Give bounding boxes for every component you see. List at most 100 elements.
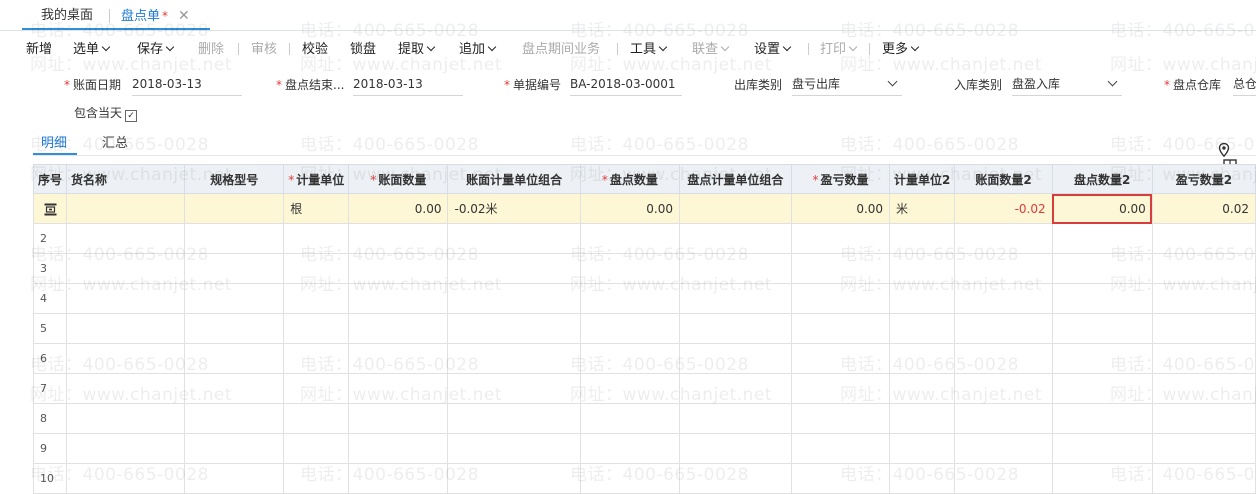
tab-stocktake-sheet[interactable]: 盘点单 * ✕ [110,0,210,30]
include-today-checkbox[interactable]: ✓ [125,110,138,122]
warehouse-label: * 盘点仓库 [1164,78,1222,92]
chevron-down-icon [720,42,730,52]
watermark-phone: 电话：400-665-0028 [300,135,479,155]
toolbar-settings-button[interactable]: 设置 [754,38,792,57]
toolbar-more-button[interactable]: 更多 [882,38,920,57]
out-type-select[interactable]: 盘亏出库 [792,75,902,96]
toolbar-select-button[interactable]: 选单 [73,38,111,57]
toolbar-delete-button[interactable]: 删除 [198,38,224,57]
toolbar-inquire-button[interactable]: 联查 [692,38,730,57]
toolbar-period-business-button[interactable]: 盘点期间业务 [522,38,600,57]
doc-no-field[interactable]: BA-2018-03-0001 [570,75,682,96]
toolbar-separator [238,43,239,55]
col-header-count-unit-combo[interactable]: 盘点计量单位组合 [679,164,792,194]
chevron-down-icon [1107,76,1118,87]
toolbar-extract-button[interactable]: 提取 [398,38,436,57]
table-row[interactable]: 2 [32,223,1256,254]
cell-diff-qty[interactable]: 0.00 [790,193,891,224]
chevron-down-icon [910,42,920,52]
book-date-field[interactable]: 2018-03-13 [132,75,242,96]
chevron-down-icon [782,42,792,52]
toolbar-tools-button[interactable]: 工具 [630,38,668,57]
tab-my-desktop[interactable]: 我的桌面 [28,0,106,30]
warehouse-field[interactable]: 总仓 [1233,75,1256,96]
row-number: 5 [32,313,68,344]
doc-no-label: * 单据编号 [504,78,562,92]
active-tab-underline [22,28,210,30]
table-row[interactable]: 根 0.00 -0.02米 0.00 0.00 米 -0.02 0.00 0.0… [32,193,1256,224]
cell-book-unit-combo[interactable]: -0.02米 [447,193,581,224]
toolbar-separator [289,43,290,55]
toolbar-separator [808,43,809,55]
out-type-label: 出库类别 [734,78,783,92]
table-row[interactable]: 8 [32,403,1256,434]
tab-summary[interactable]: 汇总 [102,132,128,151]
close-tab-icon[interactable]: ✕ [178,8,190,24]
table-row[interactable]: 3 [32,253,1256,284]
chevron-down-icon [165,42,175,52]
include-today-label: 包含当天 [74,106,123,120]
row-number: 4 [32,283,68,314]
toolbar-lock-button[interactable]: 锁盘 [350,38,376,57]
toolbar-audit-button[interactable]: 审核 [251,38,277,57]
end-date-label: * 盘点结束... [276,78,345,92]
toolbar: 新增 选单 保存 删除 审核 校验 锁盘 提取 追加 盘点期间业务 工具 联查 … [0,31,1256,61]
cell-spec[interactable] [184,193,285,224]
tab-stocktake-label: 盘点单 [121,9,161,24]
watermark-phone: 电话：400-665-0028 [840,135,1019,155]
unsaved-marker: * [162,9,169,23]
table-row[interactable]: 5 [32,313,1256,344]
toolbar-verify-button[interactable]: 校验 [302,38,328,57]
toolbar-new-button[interactable]: 新增 [26,38,52,57]
book-date-label: * 账面日期 [64,78,122,92]
stocktake-detail-grid: 序号 货名称 规格型号 * 计量单位 * 账面数量 账面计量单位组合 * 盘点数量 盘… [32,164,1256,494]
row-action-cell[interactable] [32,193,68,224]
chevron-down-icon [101,42,111,52]
cell-count-unit-combo[interactable] [679,193,792,224]
col-header-item-name[interactable]: 货名称 [66,164,186,194]
col-header-count-qty[interactable]: * 盘点数量 [579,164,681,194]
table-row[interactable]: 4 [32,283,1256,314]
include-today-option: 包含当天 ✓ [74,104,138,122]
cell-item-name[interactable] [66,193,186,224]
end-date-field[interactable]: 2018-03-13 [353,75,463,96]
col-header-book-qty2[interactable]: 账面数量2 [954,164,1053,194]
grid-header-row: 序号 货名称 规格型号 * 计量单位 * 账面数量 账面计量单位组合 * 盘点数量 盘… [32,164,1256,194]
cell-unit[interactable]: 根 [283,193,350,224]
chevron-down-icon [887,76,898,87]
cell-unit2[interactable]: 米 [889,193,956,224]
cell-book-qty2[interactable]: -0.02 [954,193,1053,224]
col-header-diff-qty[interactable]: * 盈亏数量 [790,164,891,194]
chevron-down-icon [487,42,497,52]
table-row[interactable]: 9 [32,433,1256,464]
in-type-select[interactable]: 盘盈入库 [1012,75,1122,96]
col-header-count-qty2[interactable]: 盘点数量2 [1051,164,1153,194]
col-header-unit[interactable]: * 计量单位 [283,164,350,194]
row-number: 3 [32,253,68,284]
cell-diff-qty2[interactable]: 0.02 [1151,193,1256,224]
toolbar-save-button[interactable]: 保存 [137,38,175,57]
col-header-diff-qty2[interactable]: 盈亏数量2 [1151,164,1256,194]
cell-book-qty[interactable]: 0.00 [348,193,449,224]
row-number: 7 [32,373,68,404]
in-type-label: 入库类别 [954,78,1003,92]
row-menu-icon[interactable] [44,203,57,216]
table-row[interactable]: 7 [32,373,1256,404]
col-header-unit2[interactable]: 计量单位2 [889,164,956,194]
cell-count-qty2-selected[interactable]: 0.00 [1051,193,1153,224]
tab-detail[interactable]: 明细 [41,132,67,151]
col-header-seq[interactable]: 序号 [32,164,68,194]
col-header-book-qty[interactable]: * 账面数量 [348,164,449,194]
table-row[interactable]: 6 [32,343,1256,374]
subtab-divider [33,155,1256,156]
toolbar-separator [869,43,870,55]
toolbar-append-button[interactable]: 追加 [459,38,497,57]
toolbar-print-button[interactable]: 打印 [820,38,858,57]
table-row[interactable]: 10 [32,463,1256,494]
chevron-down-icon [426,42,436,52]
location-pin-icon[interactable] [1216,142,1232,158]
cell-count-qty[interactable]: 0.00 [579,193,681,224]
col-header-book-unit-combo[interactable]: 账面计量单位组合 [447,164,581,194]
row-number: 6 [32,343,68,374]
col-header-spec[interactable]: 规格型号 [184,164,285,194]
